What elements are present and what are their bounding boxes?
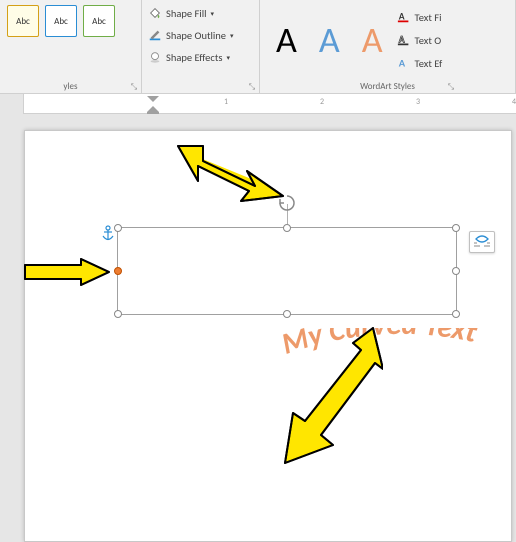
ruler-number: 4 [512,97,516,107]
dialog-launcher-icon[interactable]: ⤡ [446,82,456,92]
svg-text:A: A [398,57,405,70]
adjust-handle[interactable] [114,267,122,275]
chevron-down-icon: ▾ [211,9,215,18]
chevron-down-icon: ▾ [230,31,234,40]
label: Text Fi [415,11,442,24]
resize-handle[interactable] [283,310,291,318]
group-shape-options: Shape Fill ▾ Shape Outline ▾ Shape Effec… [142,0,260,94]
shape-effects-button[interactable]: Shape Effects ▾ [146,46,255,68]
annotation-arrow [173,141,301,211]
chevron-down-icon: ▾ [226,53,230,62]
label: Text O [415,34,442,47]
ruler-number: 1 [224,97,228,107]
horizontal-ruler[interactable]: 1 2 3 4 [0,94,516,114]
text-effects-icon: A [397,56,411,70]
dialog-launcher-icon[interactable]: ⤡ [129,82,139,92]
text-fill-button[interactable]: A Text Fi [397,6,443,28]
resize-handle[interactable] [283,224,291,232]
wordart-textbox[interactable]: My Curved Text [117,227,457,315]
group-shape-styles: Abc Abc Abc yles ⤡ [0,0,142,94]
wordart-preset[interactable]: A [268,22,305,58]
layout-options-button[interactable] [469,231,495,253]
anchor-icon[interactable] [101,225,115,243]
label: Shape Effects [166,51,222,64]
text-effects-button[interactable]: A Text Ef [397,52,443,74]
resize-handle[interactable] [114,310,122,318]
document-page[interactable]: My Curved Text [24,130,512,542]
indent-marker-icon[interactable] [146,94,160,114]
ribbon: Abc Abc Abc yles ⤡ Shape Fill ▾ Shape Ou… [0,0,516,94]
wordart-preset[interactable]: A [311,22,348,58]
dialog-launcher-icon[interactable]: ⤡ [247,82,257,92]
pencil-icon [148,28,162,42]
layout-options-icon [473,235,491,249]
group-wordart-styles: A A A A Text Fi A Text O A Text Ef WordArt … [260,0,516,94]
resize-handle[interactable] [452,224,460,232]
shape-fill-button[interactable]: Shape Fill ▾ [146,2,255,24]
shape-outline-button[interactable]: Shape Outline ▾ [146,24,255,46]
effects-icon [148,50,162,64]
text-fill-icon: A [397,10,411,24]
group-label: yles [0,81,141,92]
label: Text Ef [415,57,443,70]
bucket-icon [148,6,162,20]
ruler-corner [0,94,24,114]
wordart-preset[interactable]: A [354,22,391,58]
style-preset[interactable]: Abc [45,5,77,37]
text-outline-button[interactable]: A Text O [397,29,443,51]
label: Shape Fill [166,7,207,20]
label: Shape Outline [166,29,226,42]
ruler-number: 2 [320,97,324,107]
annotation-arrow [263,323,383,473]
style-preset[interactable]: Abc [7,5,39,37]
resize-handle[interactable] [452,310,460,318]
annotation-arrow [23,257,115,289]
page-area: My Curved Text [0,114,516,542]
ruler-number: 3 [416,97,420,107]
resize-handle[interactable] [452,267,460,275]
resize-handle[interactable] [114,224,122,232]
text-outline-icon: A [397,33,411,47]
group-label: WordArt Styles [260,81,515,92]
style-preset[interactable]: Abc [83,5,115,37]
